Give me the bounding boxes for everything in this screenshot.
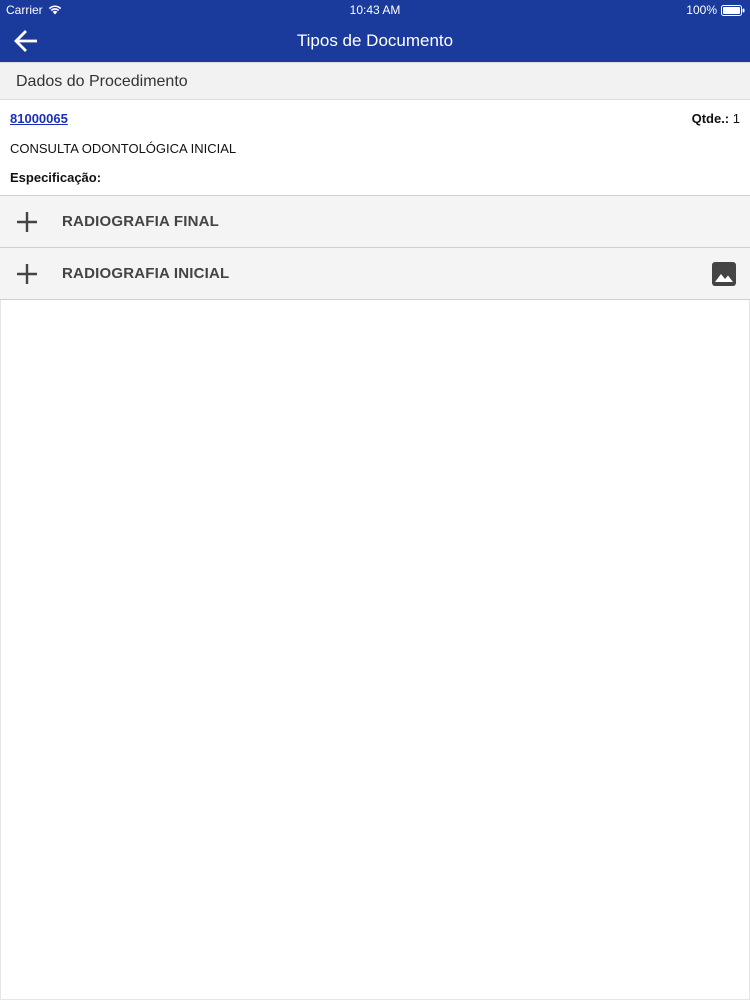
plus-icon bbox=[17, 264, 37, 284]
status-time: 10:43 AM bbox=[349, 3, 401, 17]
content-area bbox=[0, 300, 750, 1000]
document-row-radiografia-inicial[interactable]: RADIOGRAFIA INICIAL bbox=[0, 248, 750, 300]
procedure-card: 81000065 Qtde.: 1 CONSULTA ODONTOLÓGICA … bbox=[0, 100, 750, 196]
status-bar: Carrier 10:43 AM 100% bbox=[0, 0, 750, 20]
document-type-list: RADIOGRAFIA FINAL RADIOGRAFIA INICIAL bbox=[0, 196, 750, 300]
nav-bar: Tipos de Documento bbox=[0, 20, 750, 62]
app-header: Carrier 10:43 AM 100% Tipos de Documento bbox=[0, 0, 750, 62]
document-row-radiografia-final[interactable]: RADIOGRAFIA FINAL bbox=[0, 196, 750, 248]
page-title: Tipos de Documento bbox=[296, 31, 454, 50]
specification-label: Especificação: bbox=[10, 170, 102, 185]
procedure-code-link[interactable]: 81000065 bbox=[10, 111, 68, 126]
section-header: Dados do Procedimento bbox=[0, 62, 750, 100]
status-battery: 100% bbox=[686, 3, 745, 17]
plus-icon bbox=[17, 212, 37, 232]
battery-icon bbox=[721, 4, 745, 16]
image-icon[interactable] bbox=[712, 262, 736, 286]
procedure-quantity: Qtde.: 1 bbox=[692, 111, 740, 126]
quantity-label: Qtde.: bbox=[691, 111, 730, 126]
quantity-value: 1 bbox=[732, 111, 740, 126]
section-title: Dados do Procedimento bbox=[16, 73, 188, 90]
document-label: RADIOGRAFIA INICIAL bbox=[62, 265, 230, 282]
battery-percent: 100% bbox=[686, 3, 717, 17]
document-label: RADIOGRAFIA FINAL bbox=[62, 213, 219, 230]
procedure-name: CONSULTA ODONTOLÓGICA INICIAL bbox=[10, 141, 237, 156]
